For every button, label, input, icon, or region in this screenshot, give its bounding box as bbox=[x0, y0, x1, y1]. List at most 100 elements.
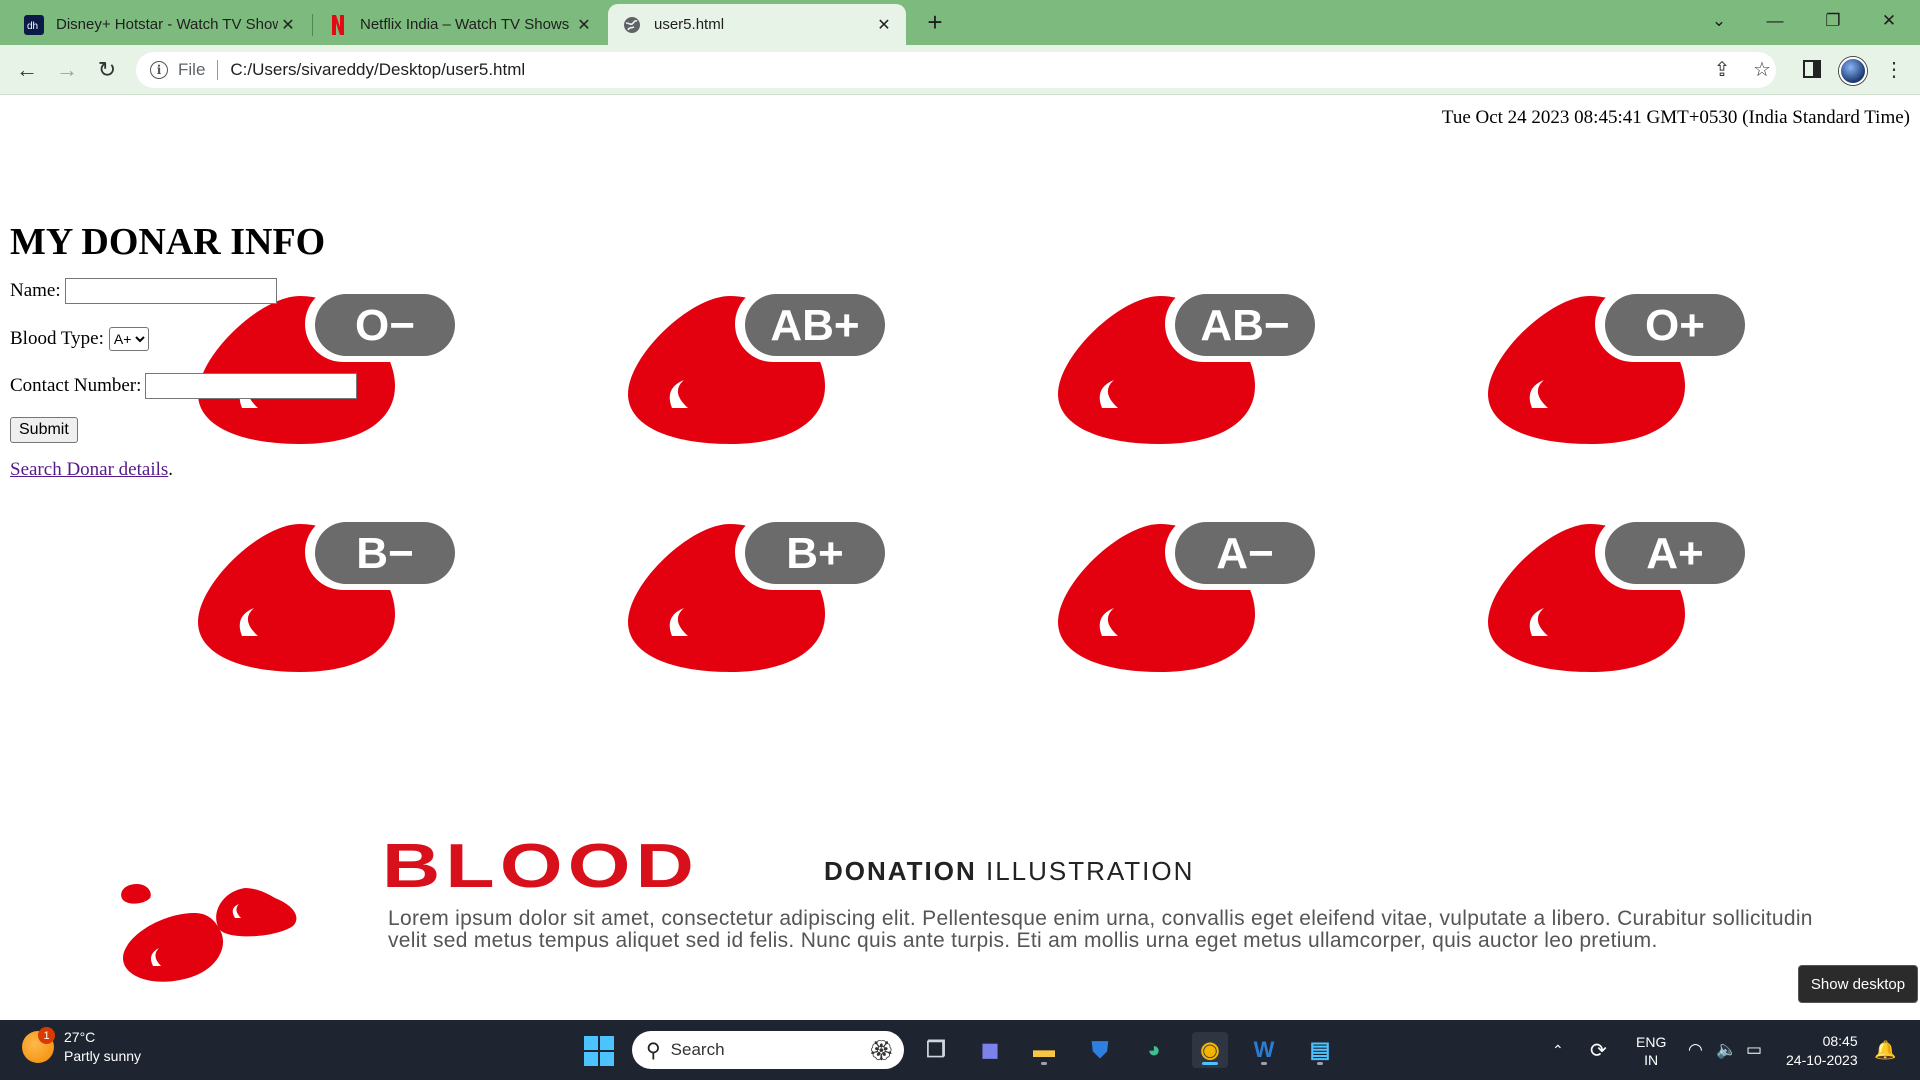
hotstar-icon: dh bbox=[24, 14, 44, 35]
tab-strip: dh Disney+ Hotstar - Watch TV Shows ✕ Ne… bbox=[0, 0, 1920, 45]
word-icon[interactable]: W bbox=[1246, 1032, 1282, 1068]
contact-input[interactable] bbox=[145, 373, 358, 399]
minimize-icon[interactable]: — bbox=[1752, 4, 1798, 38]
blood-drop-b-positive-icon: B+ bbox=[620, 504, 890, 674]
notification-bell-icon[interactable]: 🔔 bbox=[1874, 1020, 1896, 1080]
search-highlight-icon: 🏵 bbox=[868, 1039, 894, 1062]
battery-icon[interactable]: ▭ bbox=[1746, 1020, 1762, 1080]
search-donar-link[interactable]: Search Donar details bbox=[10, 459, 168, 480]
notepad-icon[interactable]: ▤ bbox=[1302, 1032, 1338, 1068]
taskbar-search[interactable]: ⚲ Search 🏵 bbox=[632, 1031, 904, 1069]
share-icon[interactable]: ⇪ bbox=[1708, 55, 1736, 83]
show-desktop-tooltip: Show desktop bbox=[1798, 965, 1918, 1003]
submit-button[interactable]: Submit bbox=[10, 417, 78, 443]
lang-line1: ENG bbox=[1636, 1034, 1667, 1050]
blood-type-select[interactable]: A+ bbox=[108, 327, 149, 351]
small-drops-icon bbox=[115, 878, 305, 988]
contact-row: Contact Number: bbox=[10, 371, 358, 401]
globe-icon bbox=[622, 15, 642, 35]
browser-toolbar: ← → ↻ i File C:/Users/sivareddy/Desktop/… bbox=[0, 45, 1920, 95]
banner-subtitle: DONATION ILLUSTRATION bbox=[824, 856, 1194, 887]
info-icon[interactable]: i bbox=[150, 61, 168, 79]
blood-drop-a-negative-icon: A− bbox=[1050, 504, 1320, 674]
blood-type-label: O+ bbox=[1645, 301, 1705, 350]
close-icon[interactable]: ✕ bbox=[278, 15, 298, 35]
banner-subtitle-bold: DONATION bbox=[824, 856, 977, 886]
page-title: MY DONAR INFO bbox=[10, 221, 326, 263]
language-indicator[interactable]: ENG IN bbox=[1636, 1033, 1666, 1069]
task-view-icon[interactable]: ❐ bbox=[918, 1032, 954, 1068]
blood-drop-ab-negative-icon: AB− bbox=[1050, 276, 1320, 446]
blood-type-label: AB− bbox=[1200, 301, 1289, 350]
weather-sun-icon: 1 bbox=[22, 1027, 55, 1063]
link-suffix: . bbox=[168, 459, 174, 480]
name-input[interactable] bbox=[64, 278, 277, 304]
blood-type-label: Blood Type: bbox=[10, 328, 104, 349]
file-explorer-icon[interactable]: ▬ bbox=[1026, 1032, 1062, 1068]
system-clock[interactable]: 08:45 24-10-2023 bbox=[1786, 1032, 1858, 1070]
window-close-icon[interactable]: ✕ bbox=[1866, 4, 1912, 38]
banner-title: BLOOD bbox=[382, 832, 700, 901]
blood-type-label: B+ bbox=[786, 529, 843, 578]
side-panel-icon[interactable] bbox=[1798, 55, 1826, 83]
datetime-text: Tue Oct 24 2023 08:45:41 GMT+0530 (India… bbox=[1441, 107, 1910, 128]
tab-user5[interactable]: user5.html ✕ bbox=[608, 4, 906, 45]
blood-type-label: O− bbox=[355, 301, 415, 350]
address-bar[interactable]: i File C:/Users/sivareddy/Desktop/user5.… bbox=[136, 52, 1776, 88]
star-icon[interactable]: ☆ bbox=[1748, 55, 1776, 83]
blood-type-label: A+ bbox=[1646, 529, 1703, 578]
blood-type-row: Blood Type: A+ bbox=[10, 324, 357, 354]
reload-icon[interactable]: ↻ bbox=[92, 55, 122, 85]
new-tab-button[interactable]: + bbox=[920, 8, 950, 38]
lang-line2: IN bbox=[1644, 1052, 1659, 1068]
tab-separator bbox=[312, 14, 313, 36]
blood-type-label: AB+ bbox=[770, 301, 859, 350]
wifi-icon[interactable]: ◠ bbox=[1688, 1020, 1703, 1080]
url-text[interactable]: C:/Users/sivareddy/Desktop/user5.html bbox=[230, 60, 525, 80]
svg-text:dh: dh bbox=[27, 21, 38, 32]
blood-type-label: B− bbox=[356, 529, 413, 578]
kebab-menu-icon[interactable]: ⋮ bbox=[1880, 55, 1908, 83]
blood-type-label: A− bbox=[1216, 529, 1273, 578]
weather-widget[interactable]: 1 27°C Partly sunny bbox=[22, 1027, 142, 1066]
tab-search-chevron-icon[interactable]: ⌄ bbox=[1696, 4, 1742, 38]
contact-label: Contact Number: bbox=[10, 375, 142, 396]
close-icon[interactable]: ✕ bbox=[574, 15, 594, 35]
volume-icon[interactable]: 🔈 bbox=[1716, 1020, 1737, 1080]
blood-drop-ab-positive-icon: AB+ bbox=[620, 276, 890, 446]
forward-arrow-icon[interactable]: → bbox=[52, 55, 82, 85]
weather-desc: Partly sunny bbox=[64, 1048, 142, 1064]
back-arrow-icon[interactable]: ← bbox=[12, 55, 42, 85]
tab-title: user5.html bbox=[654, 16, 725, 33]
search-icon: ⚲ bbox=[646, 1039, 661, 1062]
weather-temp: 27°C bbox=[64, 1029, 96, 1045]
teams-chat-icon[interactable]: ◼ bbox=[972, 1032, 1008, 1068]
notification-badge: 1 bbox=[38, 1027, 55, 1044]
banner-body-text: Lorem ipsum dolor sit amet, consectetur … bbox=[388, 907, 1813, 952]
blood-drop-a-positive-icon: A+ bbox=[1480, 504, 1750, 674]
windows-start-icon[interactable] bbox=[584, 1036, 614, 1066]
url-scheme: File bbox=[178, 60, 206, 79]
tab-hotstar[interactable]: dh Disney+ Hotstar - Watch TV Shows ✕ bbox=[10, 4, 310, 45]
taskbar: 1 27°C Partly sunny ⚲ Search 🏵 ❐ ◼ ▬ ⛊ ◕… bbox=[0, 1020, 1920, 1080]
chrome-icon[interactable]: ◉ bbox=[1192, 1032, 1228, 1068]
tab-netflix[interactable]: Netflix India – Watch TV Shows Online ✕ bbox=[314, 4, 606, 45]
maximize-icon[interactable]: ❐ bbox=[1810, 4, 1856, 38]
edge-icon[interactable]: ◕ bbox=[1136, 1032, 1172, 1068]
tab-title: Disney+ Hotstar - Watch TV Shows bbox=[56, 16, 278, 33]
search-link-row: Search Donar details. bbox=[10, 459, 357, 481]
url-divider bbox=[217, 60, 219, 80]
show-hidden-icons-chevron-icon[interactable]: ⌃ bbox=[1552, 1020, 1564, 1080]
clock-time: 08:45 bbox=[1822, 1033, 1858, 1049]
name-label: Name: bbox=[10, 280, 61, 301]
page-content: Tue Oct 24 2023 08:45:41 GMT+0530 (India… bbox=[0, 96, 1920, 1020]
name-row: Name: bbox=[10, 276, 357, 306]
search-placeholder: Search bbox=[670, 1040, 725, 1059]
clock-date: 24-10-2023 bbox=[1786, 1052, 1858, 1068]
sync-icon[interactable]: ⟳ bbox=[1590, 1020, 1607, 1080]
netflix-icon bbox=[328, 14, 348, 35]
profile-avatar[interactable] bbox=[1839, 57, 1867, 85]
banner-subtitle-rest: ILLUSTRATION bbox=[985, 856, 1195, 886]
close-icon[interactable]: ✕ bbox=[874, 15, 894, 35]
defender-shield-icon[interactable]: ⛊ bbox=[1082, 1032, 1118, 1068]
